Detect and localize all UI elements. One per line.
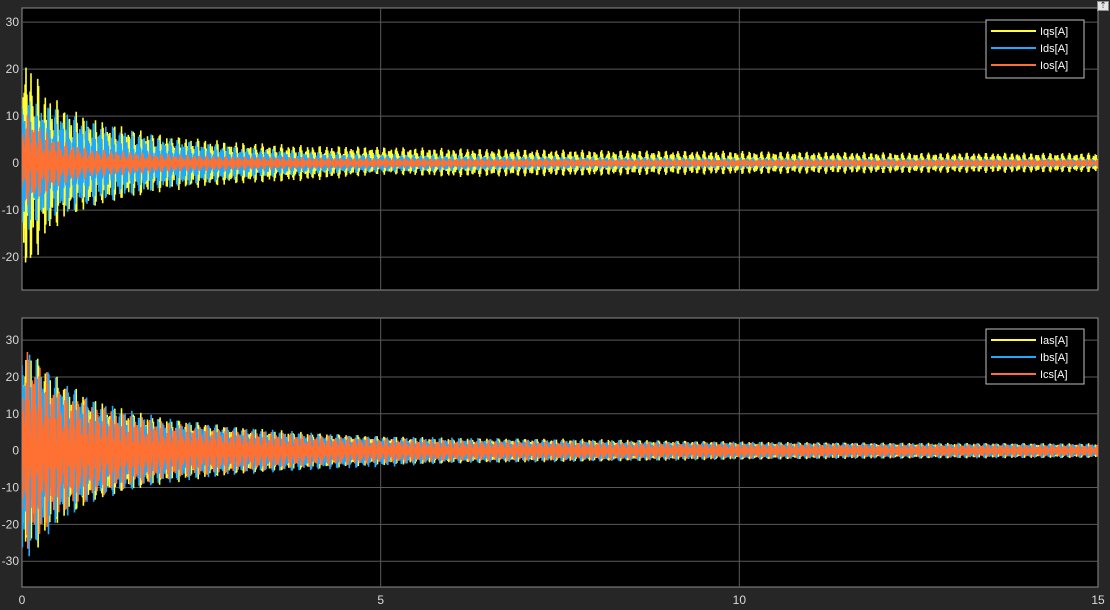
x-tick-label: 0 [19,593,26,607]
x-tick-label: 5 [377,593,384,607]
y-tick-label: 30 [6,333,20,347]
chart-panel-2: 0 5 10 15 -30 -20 -10 0 10 20 30 Ias[A] Ibs[A] Ics[A] [2,317,1105,607]
x-tick-label: 15 [1091,593,1105,607]
chart-panel-1: -20 -10 0 10 20 30 Iqs[A] Ids[A] Ios[A] [2,7,1099,291]
arrow-up-icon: ⇡ [1099,1,1107,11]
restore-axes-button[interactable]: ⇡ [1097,1,1109,11]
legend-label: Ias[A] [1040,335,1068,347]
y-tick-label: -20 [2,250,20,264]
y-tick-label: 30 [6,15,20,29]
y-tick-label: -10 [2,203,20,217]
y-tick-label: -20 [2,517,20,531]
x-tick-label: 10 [733,593,747,607]
legend-label: Ios[A] [1040,60,1068,72]
legend-label: Ics[A] [1040,369,1068,381]
legend-label: Ids[A] [1040,43,1068,55]
legend: Iqs[A] Ids[A] Ios[A] [985,19,1085,79]
legend-label: Ibs[A] [1040,352,1068,364]
y-tick-label: 10 [6,407,20,421]
y-tick-label: -10 [2,481,20,495]
y-tick-label: 20 [6,370,20,384]
y-tick-label: 20 [6,62,20,76]
y-tick-label: 0 [12,444,19,458]
y-tick-label: 0 [12,156,19,170]
y-tick-label: 10 [6,109,20,123]
legend-label: Iqs[A] [1040,26,1068,38]
y-tick-label: -30 [2,554,20,568]
legend: Ias[A] Ibs[A] Ics[A] [985,328,1085,385]
scope-figure: -20 -10 0 10 20 30 Iqs[A] Ids[A] Ios[A] 0 5 10 15 -30… [2,7,1105,607]
